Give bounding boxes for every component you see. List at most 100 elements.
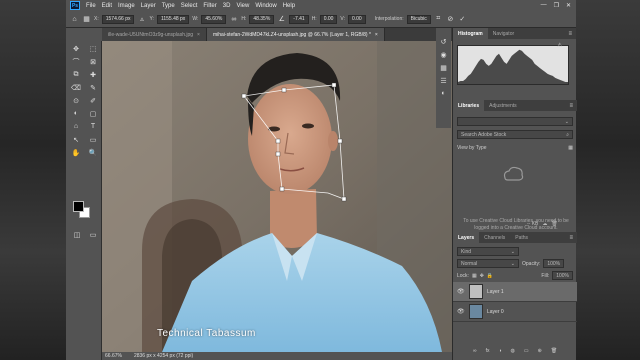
height-field[interactable]: 48.35% [249,14,275,24]
warp-icon[interactable]: ⌗ [434,15,443,24]
foreground-color-swatch[interactable] [73,201,84,212]
delete-layer-icon[interactable]: 🗑 [551,348,557,354]
tab-libraries[interactable]: Libraries [453,100,485,111]
tab-document-1[interactable]: ille-wade-U5UNtmO3z9g-unsplash.jpg × [102,28,207,41]
menu-image[interactable]: Image [115,3,138,9]
grid-view-icon[interactable]: ▦ [568,145,573,151]
menu-file[interactable]: File [83,3,99,9]
menu-edit[interactable]: Edit [99,3,115,9]
menu-help[interactable]: Help [280,3,298,9]
libraries-menu-icon[interactable]: ≡ [569,103,577,109]
home-icon[interactable]: ⌂ [70,15,79,24]
cancel-transform-icon[interactable]: ⊘ [446,15,455,24]
menu-3d[interactable]: 3D [220,3,234,9]
lock-all-icon[interactable]: 🔒 [487,273,493,279]
cloud-icon[interactable]: ☁ [542,221,547,227]
history-brush-tool-icon[interactable]: ✐ [86,95,100,106]
hand-tool-icon[interactable]: ✋ [69,147,83,158]
minimize-button[interactable]: — [541,2,547,9]
add-mask-icon[interactable]: ◑ [498,348,501,354]
fill-field[interactable]: 100% [552,271,573,280]
zoom-level[interactable]: 66.67% [105,353,122,359]
new-layer-icon[interactable]: ⊕ [538,348,542,354]
dodge-tool-icon[interactable]: ⌂ [69,121,83,132]
layers-panel: Layers Channels Paths ≡ Kind ⌄ Normal ⌄ Op… [453,232,577,322]
crop-tool-icon[interactable]: ⧉ [69,69,83,80]
link-layers-icon[interactable]: ∞ [473,348,477,354]
menu-filter[interactable]: Filter [200,3,219,9]
delta-icon[interactable]: ▵ [137,15,146,24]
lock-position-icon[interactable]: ✥ [480,273,484,279]
angle-field[interactable]: -7.41 [289,14,309,24]
warning-icon[interactable]: ⚠ [557,42,562,49]
menu-window[interactable]: Window [252,3,279,9]
close-tab-icon[interactable]: × [197,32,200,38]
link-icon[interactable]: ∞ [229,15,238,24]
quick-select-tool-icon[interactable]: ⊠ [86,56,100,67]
tab-channels[interactable]: Channels [479,232,510,243]
adjustment-layer-icon[interactable]: ◍ [511,348,515,354]
tab-paths[interactable]: Paths [510,232,533,243]
menu-type[interactable]: Type [159,3,178,9]
tab-document-2[interactable]: mihai-stefan-2WdMD47kLZ4-unsplash.jpg @ … [206,28,385,41]
width-field[interactable]: 45.60% [201,14,227,24]
marquee-tool-icon[interactable]: ⬚ [86,43,100,54]
h-label: H: [241,16,247,22]
adjust-icon[interactable]: ◐ [441,90,445,97]
type-tool-icon[interactable]: T [86,121,100,132]
brush-tool-icon[interactable]: ✎ [86,82,100,93]
visibility-eye-icon[interactable]: 👁 [457,308,465,315]
interpolation-select[interactable]: Bicubic [406,14,431,24]
move-tool-icon[interactable]: ✥ [69,43,83,54]
h-skew-field[interactable]: 0.00 [319,14,338,24]
layer-row-layer-1[interactable]: 👁 Layer 1 [453,282,577,302]
layer-name[interactable]: Layer 1 [487,289,504,295]
layer-name[interactable]: Layer 0 [487,309,504,315]
layer-filter-kind[interactable]: Kind ⌄ [457,247,519,256]
layers-menu-icon[interactable]: ≡ [569,235,577,241]
panel-menu-icon[interactable]: ≡ [568,31,576,37]
gradient-tool-icon[interactable]: ▢ [86,108,100,119]
tab-layers[interactable]: Layers [453,232,480,243]
v-skew-field[interactable]: 0.00 [347,14,366,24]
new-group-icon[interactable]: ▭ [524,348,529,354]
stock-search-input[interactable]: Search Adobe Stock ⌕ [457,130,573,139]
quick-mask-icon[interactable]: ◫ [70,229,84,240]
properties-icon[interactable]: ☰ [440,77,446,85]
rectangle-tool-icon[interactable]: ▭ [86,134,100,145]
tab-adjustments[interactable]: Adjustments [484,100,522,111]
commit-transform-icon[interactable]: ✓ [458,15,467,24]
blend-mode-select[interactable]: Normal ⌄ [457,259,519,268]
reference-point-icon[interactable]: ▦ [82,15,91,24]
zoom-tool-icon[interactable]: 🔍 [86,147,100,158]
eraser-tool-icon[interactable]: ◐ [69,108,83,119]
menu-layer[interactable]: Layer [138,3,159,9]
visibility-eye-icon[interactable]: 👁 [457,288,465,295]
canvas[interactable] [102,41,454,352]
menu-view[interactable]: View [233,3,252,9]
clone-stamp-tool-icon[interactable]: ⊙ [69,95,83,106]
healing-brush-tool-icon[interactable]: ⌫ [69,82,83,93]
eyedropper-tool-icon[interactable]: ✚ [86,69,100,80]
menu-select[interactable]: Select [178,3,201,9]
screen-mode-icon[interactable]: ▭ [86,229,100,240]
view-by-select[interactable]: View by Type [457,145,487,151]
path-selection-tool-icon[interactable]: ↖ [69,134,83,145]
y-field[interactable]: 1155.48 px [156,14,190,24]
library-select[interactable]: ⌄ [457,117,573,126]
history-icon[interactable]: ↺ [441,38,447,46]
close-window-button[interactable]: ✕ [566,2,571,9]
opacity-field[interactable]: 100% [543,259,565,268]
tab-navigator[interactable]: Navigator [488,28,519,39]
trash-icon[interactable]: 🗑 [551,221,557,227]
x-field[interactable]: 1574.66 px [101,14,135,24]
lasso-tool-icon[interactable]: ⌒ [69,56,83,67]
tab-histogram[interactable]: Histogram [453,28,488,39]
color-icon[interactable]: ◉ [440,51,446,59]
layer-row-layer-0[interactable]: 👁 Layer 0 [453,302,577,322]
close-tab-icon[interactable]: × [375,32,378,38]
swatches-icon[interactable]: ▦ [440,64,447,72]
lock-pixels-icon[interactable]: ▦ [472,273,477,279]
layer-style-icon[interactable]: fx [486,348,490,354]
restore-button[interactable]: ❐ [554,2,559,9]
